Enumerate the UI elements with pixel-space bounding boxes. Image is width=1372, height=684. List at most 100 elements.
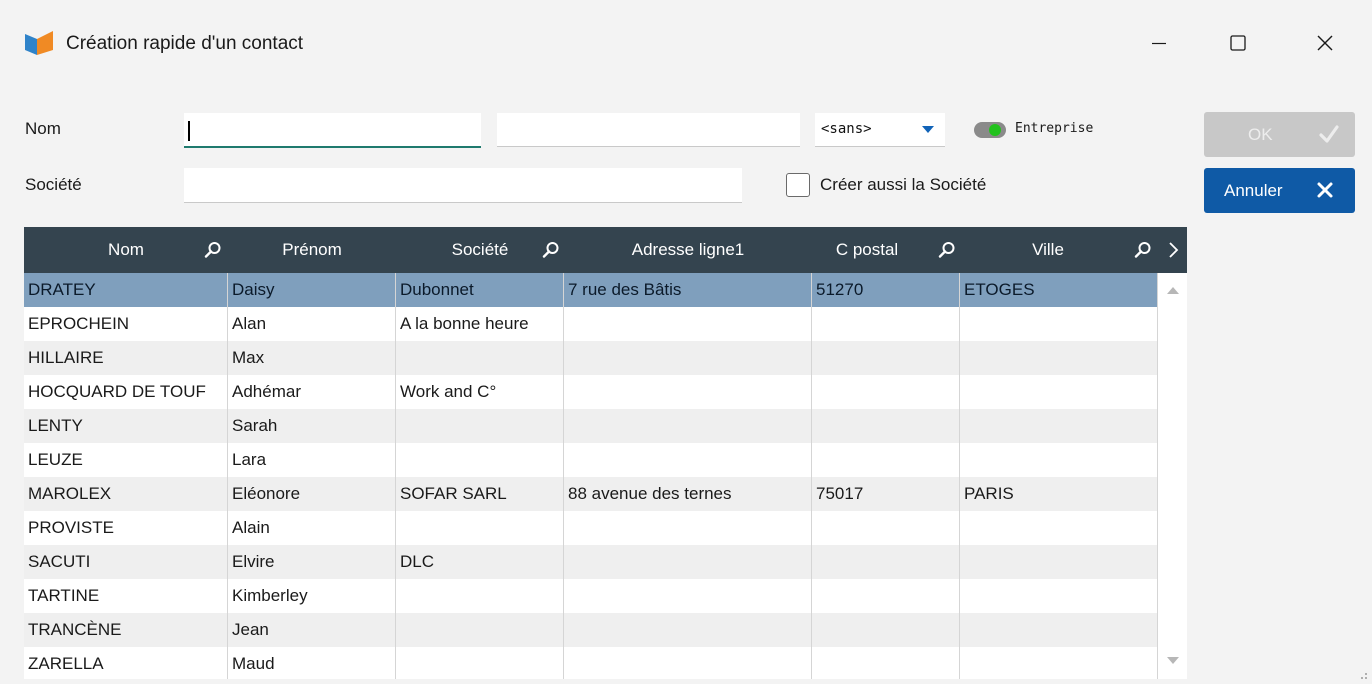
- table-row[interactable]: MAROLEX Eléonore SOFAR SARL 88 avenue des t…: [24, 477, 1158, 511]
- creer-societe-label[interactable]: Créer aussi la Société: [820, 175, 986, 195]
- search-icon[interactable]: [542, 241, 560, 259]
- nom-field[interactable]: [184, 113, 481, 148]
- cell-prenom: Lara: [228, 443, 396, 477]
- cell-societe: [396, 443, 564, 477]
- cell-ville: PARIS: [960, 477, 1158, 511]
- col-header-nom[interactable]: Nom: [24, 227, 228, 273]
- societe-input[interactable]: [184, 168, 742, 202]
- cell-ville: [960, 307, 1158, 341]
- table-row[interactable]: PROVISTE Alain: [24, 511, 1158, 545]
- vertical-scrollbar[interactable]: [1158, 273, 1187, 679]
- scroll-down-icon[interactable]: [1167, 657, 1179, 664]
- cell-societe: [396, 341, 564, 375]
- col-header-adresse-label: Adresse ligne1: [631, 240, 745, 259]
- cell-nom: HILLAIRE: [24, 341, 228, 375]
- cell-adresse: [564, 443, 812, 477]
- cell-cpostal: [812, 545, 960, 579]
- cell-cpostal: [812, 341, 960, 375]
- cell-ville: [960, 341, 1158, 375]
- civilite-value: <sans>: [821, 121, 872, 137]
- cell-ville: [960, 511, 1158, 545]
- cell-ville: [960, 613, 1158, 647]
- table-row[interactable]: DRATEY Daisy Dubonnet 7 rue des Bâtis 51270 E…: [24, 273, 1158, 307]
- creer-societe-checkbox[interactable]: [786, 173, 810, 197]
- col-header-cpostal[interactable]: C postal: [812, 227, 922, 273]
- cell-cpostal: [812, 579, 960, 613]
- search-icon[interactable]: [1134, 241, 1152, 259]
- table-row[interactable]: TRANCÈNE Jean: [24, 613, 1158, 647]
- cell-cpostal: [812, 613, 960, 647]
- cell-cpostal: 75017: [812, 477, 960, 511]
- resize-grip-icon[interactable]: [1356, 668, 1368, 680]
- table-row[interactable]: EPROCHEIN Alan A la bonne heure: [24, 307, 1158, 341]
- cell-prenom: Jean: [228, 613, 396, 647]
- table-row[interactable]: LENTY Sarah: [24, 409, 1158, 443]
- quick-contact-dialog: Création rapide d'un contact Nom <sans> …: [0, 0, 1372, 684]
- cell-cpostal: [812, 443, 960, 477]
- table-header: Nom Prénom Société Adresse ligne1 C post…: [24, 227, 1187, 273]
- close-button[interactable]: [1297, 20, 1353, 66]
- entreprise-label: Entreprise: [1015, 121, 1094, 136]
- scroll-up-icon[interactable]: [1167, 287, 1179, 294]
- societe-field[interactable]: [184, 168, 742, 203]
- prenom-input[interactable]: [497, 113, 800, 146]
- minimize-icon: [1152, 42, 1166, 45]
- civilite-select[interactable]: <sans>: [815, 113, 945, 147]
- cell-prenom: Elvire: [228, 545, 396, 579]
- table-row[interactable]: SACUTI Elvire DLC: [24, 545, 1158, 579]
- minimize-button[interactable]: [1131, 20, 1187, 66]
- nom-input[interactable]: [184, 113, 481, 146]
- table-row[interactable]: HOCQUARD DE TOUF Adhémar Work and C°: [24, 375, 1158, 409]
- cell-cpostal: [812, 511, 960, 545]
- cancel-button[interactable]: Annuler: [1204, 168, 1355, 213]
- search-icon[interactable]: [204, 241, 222, 259]
- chevron-right-icon[interactable]: [1167, 241, 1179, 259]
- cell-societe: SOFAR SARL: [396, 477, 564, 511]
- cancel-button-label: Annuler: [1224, 181, 1283, 200]
- cell-cpostal: [812, 307, 960, 341]
- ok-button-label: OK: [1248, 125, 1273, 144]
- cell-adresse: 88 avenue des ternes: [564, 477, 812, 511]
- cell-adresse: [564, 375, 812, 409]
- cell-adresse: [564, 307, 812, 341]
- text-caret: [188, 121, 190, 141]
- col-header-nom-label: Nom: [108, 240, 144, 259]
- table-row[interactable]: HILLAIRE Max: [24, 341, 1158, 375]
- ok-button[interactable]: OK: [1204, 112, 1355, 157]
- col-header-cpostal-label: C postal: [835, 240, 899, 259]
- cell-adresse: [564, 341, 812, 375]
- prenom-field[interactable]: [497, 113, 800, 147]
- col-header-ville[interactable]: Ville: [960, 227, 1136, 273]
- title-bar[interactable]: Création rapide d'un contact: [0, 0, 1372, 72]
- societe-label: Société: [25, 175, 82, 194]
- search-icon[interactable]: [938, 241, 956, 259]
- cell-cpostal: [812, 375, 960, 409]
- table-row[interactable]: TARTINE Kimberley: [24, 579, 1158, 613]
- entreprise-toggle[interactable]: [974, 122, 1006, 138]
- cell-adresse: [564, 409, 812, 443]
- cell-adresse: [564, 579, 812, 613]
- contacts-table: Nom Prénom Société Adresse ligne1 C post…: [24, 227, 1187, 679]
- col-header-adresse[interactable]: Adresse ligne1: [564, 227, 812, 273]
- col-header-societe[interactable]: Société: [396, 227, 564, 273]
- cell-prenom: Adhémar: [228, 375, 396, 409]
- table-row[interactable]: ZARELLA Maud: [24, 647, 1158, 679]
- col-header-prenom[interactable]: Prénom: [228, 227, 396, 273]
- cell-ville: [960, 647, 1158, 679]
- dropdown-arrow-icon[interactable]: [922, 126, 934, 133]
- cell-ville: [960, 375, 1158, 409]
- col-header-ville-label: Ville: [1032, 240, 1064, 259]
- cell-nom: LEUZE: [24, 443, 228, 477]
- cell-prenom: Sarah: [228, 409, 396, 443]
- cell-nom: ZARELLA: [24, 647, 228, 679]
- cell-adresse: 7 rue des Bâtis: [564, 273, 812, 307]
- maximize-icon: [1230, 35, 1246, 51]
- cell-ville: [960, 579, 1158, 613]
- toggle-knob: [989, 124, 1001, 136]
- close-x-icon: [1317, 182, 1333, 198]
- cell-prenom: Eléonore: [228, 477, 396, 511]
- cell-prenom: Max: [228, 341, 396, 375]
- table-row[interactable]: LEUZE Lara: [24, 443, 1158, 477]
- cell-nom: TARTINE: [24, 579, 228, 613]
- maximize-button[interactable]: [1210, 20, 1266, 66]
